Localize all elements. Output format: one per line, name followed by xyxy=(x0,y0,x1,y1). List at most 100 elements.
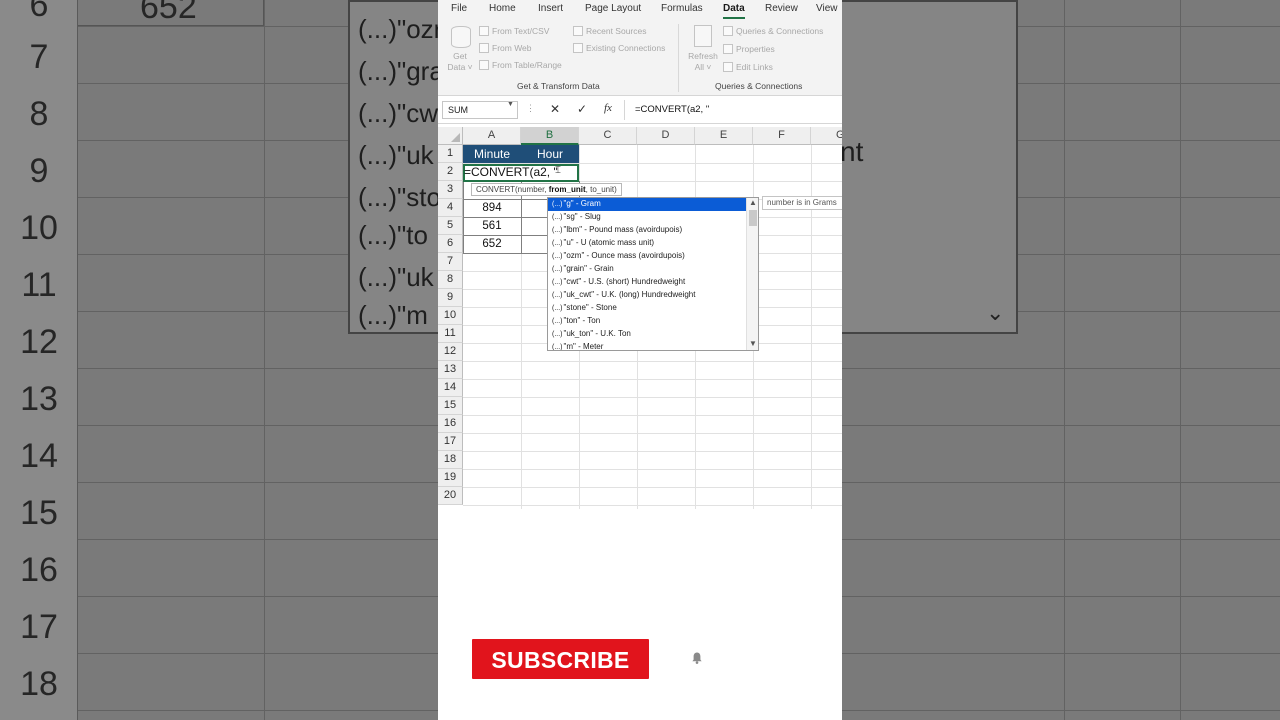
autocomplete-item-label: "ozm" - Ounce mass (avoirdupois) xyxy=(563,251,685,260)
queries-connections-button[interactable]: Queries & Connections xyxy=(736,26,823,36)
tab-view[interactable]: View xyxy=(816,3,838,14)
argument-icon: (...) xyxy=(552,214,563,221)
argument-icon: (...) xyxy=(552,266,563,273)
autocomplete-item[interactable]: (...)"m" - Meter xyxy=(548,341,746,351)
tab-review[interactable]: Review xyxy=(765,3,798,14)
edit-links-button[interactable]: Edit Links xyxy=(736,62,773,72)
row-header[interactable]: 2 xyxy=(438,163,463,181)
row-header[interactable]: 11 xyxy=(438,325,463,343)
background-gridline xyxy=(1064,0,1065,720)
refresh-icon xyxy=(694,25,712,47)
row-header[interactable]: 4 xyxy=(438,199,463,217)
row-header[interactable]: 3 xyxy=(438,181,463,199)
row-header[interactable]: 13 xyxy=(438,361,463,379)
row-header[interactable]: 9 xyxy=(438,289,463,307)
scroll-down-icon[interactable]: ▼ xyxy=(749,339,757,348)
column-header-e[interactable]: E xyxy=(695,127,753,145)
scrollbar-thumb[interactable] xyxy=(749,210,757,226)
background-list-item: (...)"cw xyxy=(358,98,438,128)
background-list-item: (...)"ozr xyxy=(358,14,443,44)
background-row-number: 6 xyxy=(29,0,49,24)
scroll-up-icon[interactable]: ▲ xyxy=(749,198,757,207)
column-header-g[interactable]: G xyxy=(811,127,842,145)
gridline xyxy=(463,379,842,380)
tooltip-suffix: , to_unit) xyxy=(585,185,617,194)
column-header-f[interactable]: F xyxy=(753,127,811,145)
insert-function-button[interactable]: fx xyxy=(604,102,612,114)
row-header[interactable]: 7 xyxy=(438,253,463,271)
autocomplete-item[interactable]: (...)"uk_cwt" - U.K. (long) Hundredweigh… xyxy=(548,289,746,302)
column-header-b[interactable]: B xyxy=(521,127,579,145)
recent-sources-button[interactable]: Recent Sources xyxy=(586,26,646,36)
gridline xyxy=(463,451,842,452)
background-list-item: (...)"to xyxy=(358,220,428,250)
row-header[interactable]: 12 xyxy=(438,343,463,361)
cell-b1[interactable]: Hour xyxy=(521,145,579,163)
row-header[interactable]: 1 xyxy=(438,145,463,163)
existing-connections-button[interactable]: Existing Connections xyxy=(586,43,665,53)
autocomplete-scrollbar[interactable]: ▲ ▼ xyxy=(746,198,758,350)
background-text-fragment: nt xyxy=(840,136,864,167)
row-header[interactable]: 14 xyxy=(438,379,463,397)
from-web-button[interactable]: From Web xyxy=(492,43,532,53)
column-header-d[interactable]: D xyxy=(637,127,695,145)
row-header[interactable]: 10 xyxy=(438,307,463,325)
tab-file[interactable]: File xyxy=(451,3,467,14)
get-data-button[interactable]: Get Data ˅ xyxy=(444,51,476,73)
unit-autocomplete-list[interactable]: (...)"g" - Gram (...)"sg" - Slug (...)"l… xyxy=(547,197,759,351)
cell-a6[interactable]: 652 xyxy=(463,236,521,254)
bell-icon[interactable] xyxy=(690,651,704,665)
row-header[interactable]: 16 xyxy=(438,415,463,433)
cell-a4[interactable]: 894 xyxy=(463,200,521,218)
row-header[interactable]: 8 xyxy=(438,271,463,289)
background-row-number: 13 xyxy=(20,380,58,418)
cell-a1[interactable]: Minute xyxy=(463,145,521,163)
refresh-all-button[interactable]: Refresh All ˅ xyxy=(684,51,722,73)
autocomplete-item[interactable]: (...)"grain" - Grain xyxy=(548,263,746,276)
row-header[interactable]: 20 xyxy=(438,487,463,505)
tab-data[interactable]: Data xyxy=(723,3,745,14)
column-header-c[interactable]: C xyxy=(579,127,637,145)
tooltip-current-arg[interactable]: from_unit xyxy=(549,185,586,194)
enter-button[interactable]: ✓ xyxy=(577,102,587,116)
row-header[interactable]: 17 xyxy=(438,433,463,451)
get-data-label: Get xyxy=(453,51,467,61)
subscribe-button[interactable]: SUBSCRIBE xyxy=(472,639,649,679)
select-all-corner[interactable] xyxy=(438,127,463,145)
autocomplete-item[interactable]: (...)"stone" - Stone xyxy=(548,302,746,315)
row-header[interactable]: 5 xyxy=(438,217,463,235)
background-list-item: (...)"uk xyxy=(358,262,434,292)
tab-insert[interactable]: Insert xyxy=(538,3,563,14)
row-header[interactable]: 18 xyxy=(438,451,463,469)
edit-links-icon xyxy=(723,62,733,72)
tooltip-prefix: CONVERT(number, xyxy=(476,185,549,194)
autocomplete-item-label: "m" - Meter xyxy=(563,342,604,351)
active-cell-text[interactable]: =CONVERT(a2, " xyxy=(464,165,558,179)
autocomplete-item[interactable]: (...)"uk_ton" - U.K. Ton xyxy=(548,328,746,341)
from-text-csv-button[interactable]: From Text/CSV xyxy=(492,26,549,36)
formula-input[interactable]: =CONVERT(a2, " xyxy=(624,100,842,120)
chevron-down-icon[interactable]: ▼ xyxy=(507,101,514,108)
properties-icon xyxy=(723,44,733,54)
cancel-button[interactable]: ✕ xyxy=(550,102,560,116)
row-header[interactable]: 19 xyxy=(438,469,463,487)
autocomplete-item[interactable]: (...)"ton" - Ton xyxy=(548,315,746,328)
tab-page-layout[interactable]: Page Layout xyxy=(585,3,641,14)
row-header[interactable]: 15 xyxy=(438,397,463,415)
tab-formulas[interactable]: Formulas xyxy=(661,3,703,14)
tab-home[interactable]: Home xyxy=(489,3,516,14)
background-gridline xyxy=(1180,0,1181,720)
autocomplete-item[interactable]: (...)"u" - U (atomic mass unit) xyxy=(548,237,746,250)
from-table-range-button[interactable]: From Table/Range xyxy=(492,60,562,70)
properties-button[interactable]: Properties xyxy=(736,44,775,54)
autocomplete-item[interactable]: (...)"ozm" - Ounce mass (avoirdupois) xyxy=(548,250,746,263)
autocomplete-item[interactable]: (...)"lbm" - Pound mass (avoirdupois) xyxy=(548,224,746,237)
autocomplete-item[interactable]: (...)"cwt" - U.S. (short) Hundredweight xyxy=(548,276,746,289)
column-header-a[interactable]: A xyxy=(463,127,521,145)
autocomplete-item[interactable]: (...)"g" - Gram xyxy=(548,198,746,211)
autocomplete-item[interactable]: (...)"sg" - Slug xyxy=(548,211,746,224)
cell-a5[interactable]: 561 xyxy=(463,218,521,236)
row-header[interactable]: 6 xyxy=(438,235,463,253)
web-icon xyxy=(479,43,489,53)
autocomplete-item-label: "stone" - Stone xyxy=(563,303,617,312)
